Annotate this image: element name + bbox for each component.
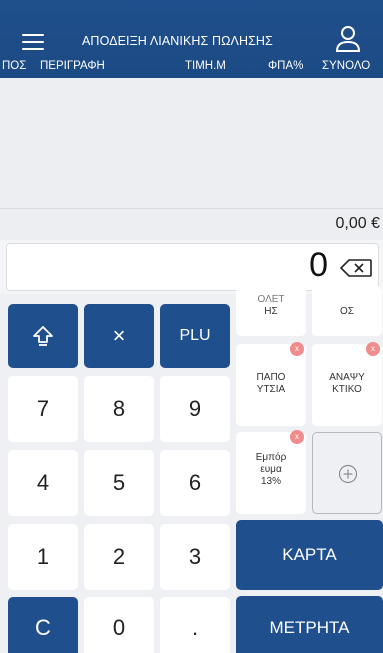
quick-item-tile[interactable]: ΟΛΕΤ ΗΣ xyxy=(236,286,306,336)
column-description: ΠΕΡΙΓΡΑΦΗ xyxy=(40,60,105,72)
quick-item-tile[interactable]: x ΠΑΠΟ ΥΤΣΙΑ xyxy=(236,342,306,426)
receipt-total: 0,00 € xyxy=(335,215,380,232)
digit-4-key[interactable]: 4 xyxy=(8,450,78,516)
quick-item-label: ΥΤΣΙΑ xyxy=(256,384,286,395)
column-total: ΣΥΝΟΛΟ xyxy=(322,60,371,72)
quick-item-label: Εμπόρ xyxy=(255,452,287,463)
digit-6-key[interactable]: 6 xyxy=(160,450,230,516)
column-headers: ΠΟΣ ΠΕΡΙΓΡΑΦΗ ΤΙΜΗ.Μ ΦΠΑ% ΣΥΝΟΛΟ xyxy=(0,60,383,78)
quick-item-tile[interactable]: x ΑΝΑΨΥ ΚΤΙΚΟ xyxy=(312,342,382,426)
column-qty: ΠΟΣ xyxy=(2,60,27,72)
page-title: ΑΠΟΔΕΙΞΗ ΛΙΑΝΙΚΗΣ ΠΩΛΗΣΗΣ xyxy=(82,34,273,48)
quick-item-label: ΑΝΑΨΥ xyxy=(329,372,365,383)
digit-7-key[interactable]: 7 xyxy=(8,376,78,442)
digit-0-key[interactable]: 0 xyxy=(84,597,154,653)
card-payment-button[interactable]: ΚΑΡΤΑ xyxy=(236,520,383,590)
receipt-lines-list[interactable] xyxy=(0,78,383,208)
add-quick-item-button[interactable] xyxy=(312,432,382,514)
decimal-key[interactable]: . xyxy=(160,597,230,653)
quick-item-label: ΟΛΕΤ xyxy=(257,294,285,305)
quick-item-label: 13% xyxy=(260,476,281,487)
multiply-key[interactable]: × xyxy=(84,304,154,368)
hamburger-icon[interactable] xyxy=(22,34,44,50)
user-icon[interactable] xyxy=(333,24,363,54)
app-header: ΑΠΟΔΕΙΞΗ ΛΙΑΝΙΚΗΣ ΠΩΛΗΣΗΣ ΠΟΣ ΠΕΡΙΓΡΑΦΗ … xyxy=(0,0,383,78)
total-bar: 0,00 € xyxy=(0,208,383,240)
column-unit-price: ΤΙΜΗ.Μ xyxy=(185,60,226,72)
quick-item-label xyxy=(312,294,382,306)
shift-arrow-icon xyxy=(33,326,53,346)
keypad-panel: × PLU 7 8 9 4 5 6 1 2 3 C 0 . ΟΛΕΤ ΗΣ ΟΣ… xyxy=(0,286,383,653)
digit-9-key[interactable]: 9 xyxy=(160,376,230,442)
clear-key[interactable]: C xyxy=(8,597,78,653)
digit-5-key[interactable]: 5 xyxy=(84,450,154,516)
digit-8-key[interactable]: 8 xyxy=(84,376,154,442)
quick-item-tile[interactable]: ΟΣ xyxy=(312,286,382,336)
amount-value: 0 xyxy=(309,246,328,284)
amount-input[interactable]: 0 xyxy=(6,243,379,291)
digit-3-key[interactable]: 3 xyxy=(160,524,230,590)
quick-item-tile[interactable]: x Εμπόρ ευμα 13% xyxy=(236,430,306,514)
shift-key[interactable] xyxy=(8,304,78,368)
cash-payment-button[interactable]: ΜΕΤΡΗΤΑ xyxy=(236,596,383,653)
remove-badge-icon[interactable]: x xyxy=(290,430,304,444)
quick-item-label: ΠΑΠΟ xyxy=(256,372,286,383)
remove-badge-icon[interactable]: x xyxy=(290,342,304,356)
digit-1-key[interactable]: 1 xyxy=(8,524,78,590)
quick-item-label: ΗΣ xyxy=(264,306,278,317)
quick-item-label: ΟΣ xyxy=(340,306,354,317)
plu-key[interactable]: PLU xyxy=(160,304,230,368)
plus-circle-icon xyxy=(338,464,358,484)
quick-item-label: ευμα xyxy=(260,464,282,475)
quick-item-label: ΚΤΙΚΟ xyxy=(332,384,362,395)
digit-2-key[interactable]: 2 xyxy=(84,524,154,590)
backspace-icon[interactable] xyxy=(340,259,372,277)
column-vat: ΦΠΑ% xyxy=(268,60,304,72)
remove-badge-icon[interactable]: x xyxy=(366,342,380,356)
